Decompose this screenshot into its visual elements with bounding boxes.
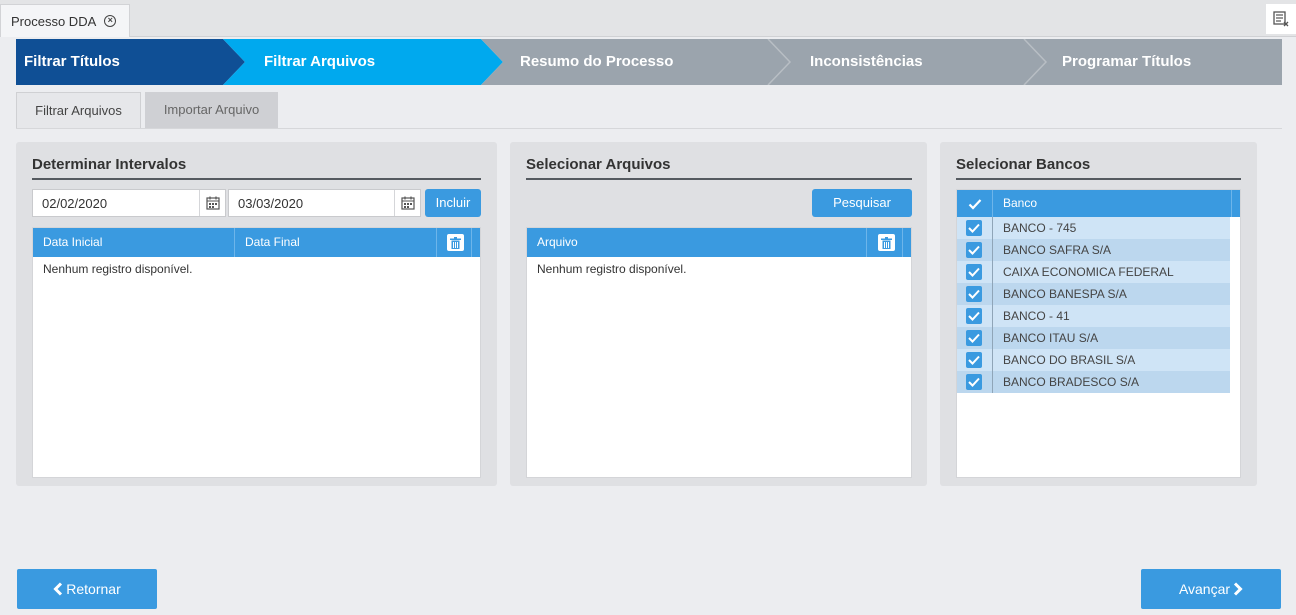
bank-row[interactable]: CAIXA ECONOMICA FEDERAL: [957, 261, 1230, 283]
row-separator: [992, 371, 993, 393]
next-button[interactable]: Avançar: [1141, 569, 1281, 609]
bank-row[interactable]: BANCO BANESPA S/A: [957, 283, 1230, 305]
bank-row[interactable]: BANCO SAFRA S/A: [957, 239, 1230, 261]
bank-name: CAIXA ECONOMICA FEDERAL: [1003, 265, 1174, 279]
row-separator: [992, 217, 993, 239]
end-date-value: 03/03/2020: [238, 195, 304, 211]
bank-row[interactable]: BANCO - 41: [957, 305, 1230, 327]
intervals-panel: Determinar Intervalos 02/02/2020 03/03/2…: [16, 142, 497, 486]
bank-checkbox[interactable]: [966, 242, 982, 258]
row-separator: [992, 349, 993, 371]
files-panel: Selecionar Arquivos Pesquisar Arquivo Ne…: [510, 142, 927, 486]
bank-row[interactable]: BANCO - 745: [957, 217, 1230, 239]
bank-name: BANCO - 745: [1003, 221, 1077, 235]
banks-panel: Selecionar Bancos Banco BANCO - 745 BANCO…: [940, 142, 1257, 486]
bank-name: BANCO BRADESCO S/A: [1003, 375, 1140, 389]
window-list-icon[interactable]: [1266, 4, 1296, 34]
column-data-inicial[interactable]: Data Inicial: [33, 228, 235, 257]
bank-name: BANCO BANESPA S/A: [1003, 287, 1127, 301]
back-button[interactable]: Retornar: [17, 569, 157, 609]
column-banco[interactable]: Banco: [993, 190, 1232, 217]
bank-name: BANCO - 41: [1003, 309, 1070, 323]
intervals-grid-header: Data Inicial Data Final: [33, 228, 480, 257]
end-date-field[interactable]: 03/03/2020: [228, 189, 421, 217]
include-button[interactable]: Incluir: [425, 189, 481, 217]
calendar-icon[interactable]: [394, 190, 420, 216]
wizard-step-filtrar-titulos[interactable]: Filtrar Títulos: [24, 39, 120, 85]
chevron-left-icon: [53, 582, 63, 596]
files-grid-header: Arquivo: [527, 228, 911, 257]
bank-checkbox[interactable]: [966, 330, 982, 346]
row-separator: [992, 283, 993, 305]
files-title-rule: [526, 178, 912, 180]
intervals-title: Determinar Intervalos: [32, 156, 187, 173]
intervals-title-rule: [32, 178, 481, 180]
row-separator: [992, 239, 993, 261]
document-tab[interactable]: Processo DDA ×: [0, 4, 130, 37]
bank-name: BANCO ITAU S/A: [1003, 331, 1099, 345]
next-button-label: Avançar: [1178, 581, 1231, 597]
bank-row[interactable]: BANCO DO BRASIL S/A: [957, 349, 1230, 371]
banks-title-rule: [956, 178, 1241, 180]
bank-checkbox[interactable]: [966, 286, 982, 302]
bank-checkbox[interactable]: [966, 308, 982, 324]
files-empty-message: Nenhum registro disponível.: [537, 262, 687, 276]
banks-grid: Banco BANCO - 745 BANCO SAFRA S/A CAIXA EC…: [956, 189, 1241, 478]
files-title: Selecionar Arquivos: [526, 156, 671, 173]
tabs-divider: [16, 128, 1282, 129]
row-separator: [992, 261, 993, 283]
tab-importar-arquivo[interactable]: Importar Arquivo: [145, 92, 278, 128]
document-tab-title: Processo DDA: [11, 13, 97, 29]
wizard-step-inconsistencias[interactable]: Inconsistências: [810, 39, 923, 85]
bank-name: BANCO DO BRASIL S/A: [1003, 353, 1136, 367]
select-all-check-icon[interactable]: [957, 190, 993, 217]
row-separator: [992, 327, 993, 349]
row-separator: [992, 305, 993, 327]
document-tab-bar: Processo DDA ×: [0, 0, 1296, 37]
files-grid: Arquivo Nenhum registro disponível.: [526, 227, 912, 478]
banks-title: Selecionar Bancos: [956, 156, 1091, 173]
start-date-value: 02/02/2020: [42, 195, 108, 211]
intervals-grid: Data Inicial Data Final Nenhum registro …: [32, 227, 481, 478]
intervals-empty-message: Nenhum registro disponível.: [43, 262, 193, 276]
banks-grid-header: Banco: [957, 190, 1240, 217]
calendar-icon[interactable]: [199, 190, 225, 216]
search-button[interactable]: Pesquisar: [812, 189, 912, 217]
column-arquivo[interactable]: Arquivo: [527, 228, 867, 257]
chevron-right-icon: [1233, 582, 1243, 596]
wizard-step-programar-titulos[interactable]: Programar Títulos: [1062, 39, 1191, 85]
start-date-field[interactable]: 02/02/2020: [32, 189, 226, 217]
bank-checkbox[interactable]: [966, 374, 982, 390]
column-data-final[interactable]: Data Final: [235, 228, 437, 257]
wizard-step-filtrar-arquivos[interactable]: Filtrar Arquivos: [264, 39, 375, 85]
bank-checkbox[interactable]: [966, 220, 982, 236]
wizard-step-resumo-processo[interactable]: Resumo do Processo: [520, 39, 673, 85]
tab-filtrar-arquivos[interactable]: Filtrar Arquivos: [16, 92, 141, 128]
bank-checkbox[interactable]: [966, 352, 982, 368]
trash-icon[interactable]: [447, 234, 464, 251]
bank-row[interactable]: BANCO BRADESCO S/A: [957, 371, 1230, 393]
bank-checkbox[interactable]: [966, 264, 982, 280]
back-button-label: Retornar: [66, 581, 121, 597]
trash-icon[interactable]: [878, 234, 895, 251]
wizard-steps: Filtrar Títulos Filtrar Arquivos Resumo …: [16, 39, 1282, 85]
bank-name: BANCO SAFRA S/A: [1003, 243, 1112, 257]
bank-row[interactable]: BANCO ITAU S/A: [957, 327, 1230, 349]
close-tab-icon[interactable]: ×: [104, 15, 117, 27]
